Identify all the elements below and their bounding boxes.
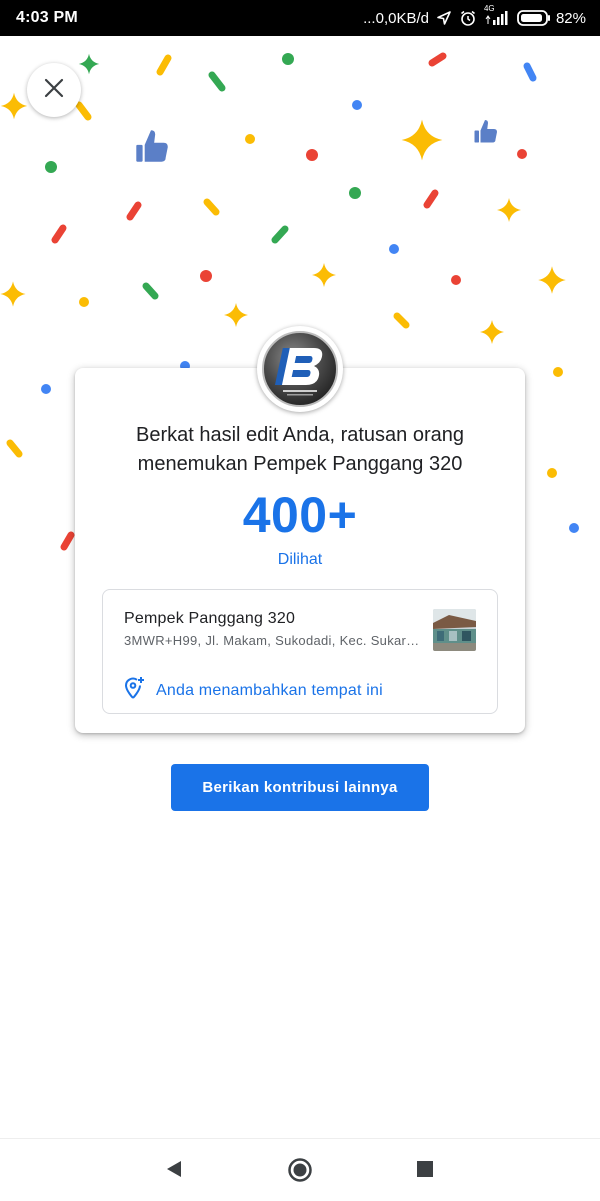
business-logo [257,326,343,412]
status-time: 4:03 PM [16,9,78,26]
message-line-1: Berkat hasil edit Anda, ratusan orang [136,424,464,446]
place-item[interactable]: Pempek Panggang 320 3MWR+H99, Jl. Makam,… [102,589,498,714]
place-address: 3MWR+H99, Jl. Makam, Sukodadi, Kec. Suka… [124,633,420,648]
place-name: Pempek Panggang 320 [124,610,296,627]
close-button[interactable] [27,63,81,117]
card-message: Berkat hasil edit Anda, ratusan orang me… [75,421,525,479]
battery-indicator: 82% [517,10,586,27]
system-nav-bar [0,1138,600,1201]
close-icon [44,78,64,103]
contribution-card: Berkat hasil edit Anda, ratusan orang me… [75,368,525,733]
views-label: Dilihat [277,551,323,568]
back-icon[interactable] [162,1157,186,1181]
location-arrow-icon [436,10,452,26]
battery-icon [517,10,551,26]
place-added-label: Anda menambahkan tempat ini [156,681,383,699]
alarm-icon [459,9,477,27]
message-line-2: menemukan Pempek Panggang 320 [137,453,463,475]
place-photo [433,609,476,651]
signal-icon: 4G [484,4,510,26]
add-location-icon [124,676,146,705]
status-bar: 4:03 PM ...0,0KB/d 4G 82% [0,0,600,36]
battery-percent: 82% [555,9,586,27]
home-icon[interactable] [287,1157,312,1182]
contribute-more-button[interactable]: Berikan kontribusi lainnya [171,764,429,811]
recents-icon[interactable] [414,1157,438,1181]
network-type: 4G [483,4,495,13]
place-added-row: Anda menambahkan tempat ini [124,676,383,705]
network-speed: ...0,0KB/d [363,9,429,27]
views-count: 400+ [242,487,358,543]
status-icons: ...0,0KB/d 4G 82% [363,4,586,27]
